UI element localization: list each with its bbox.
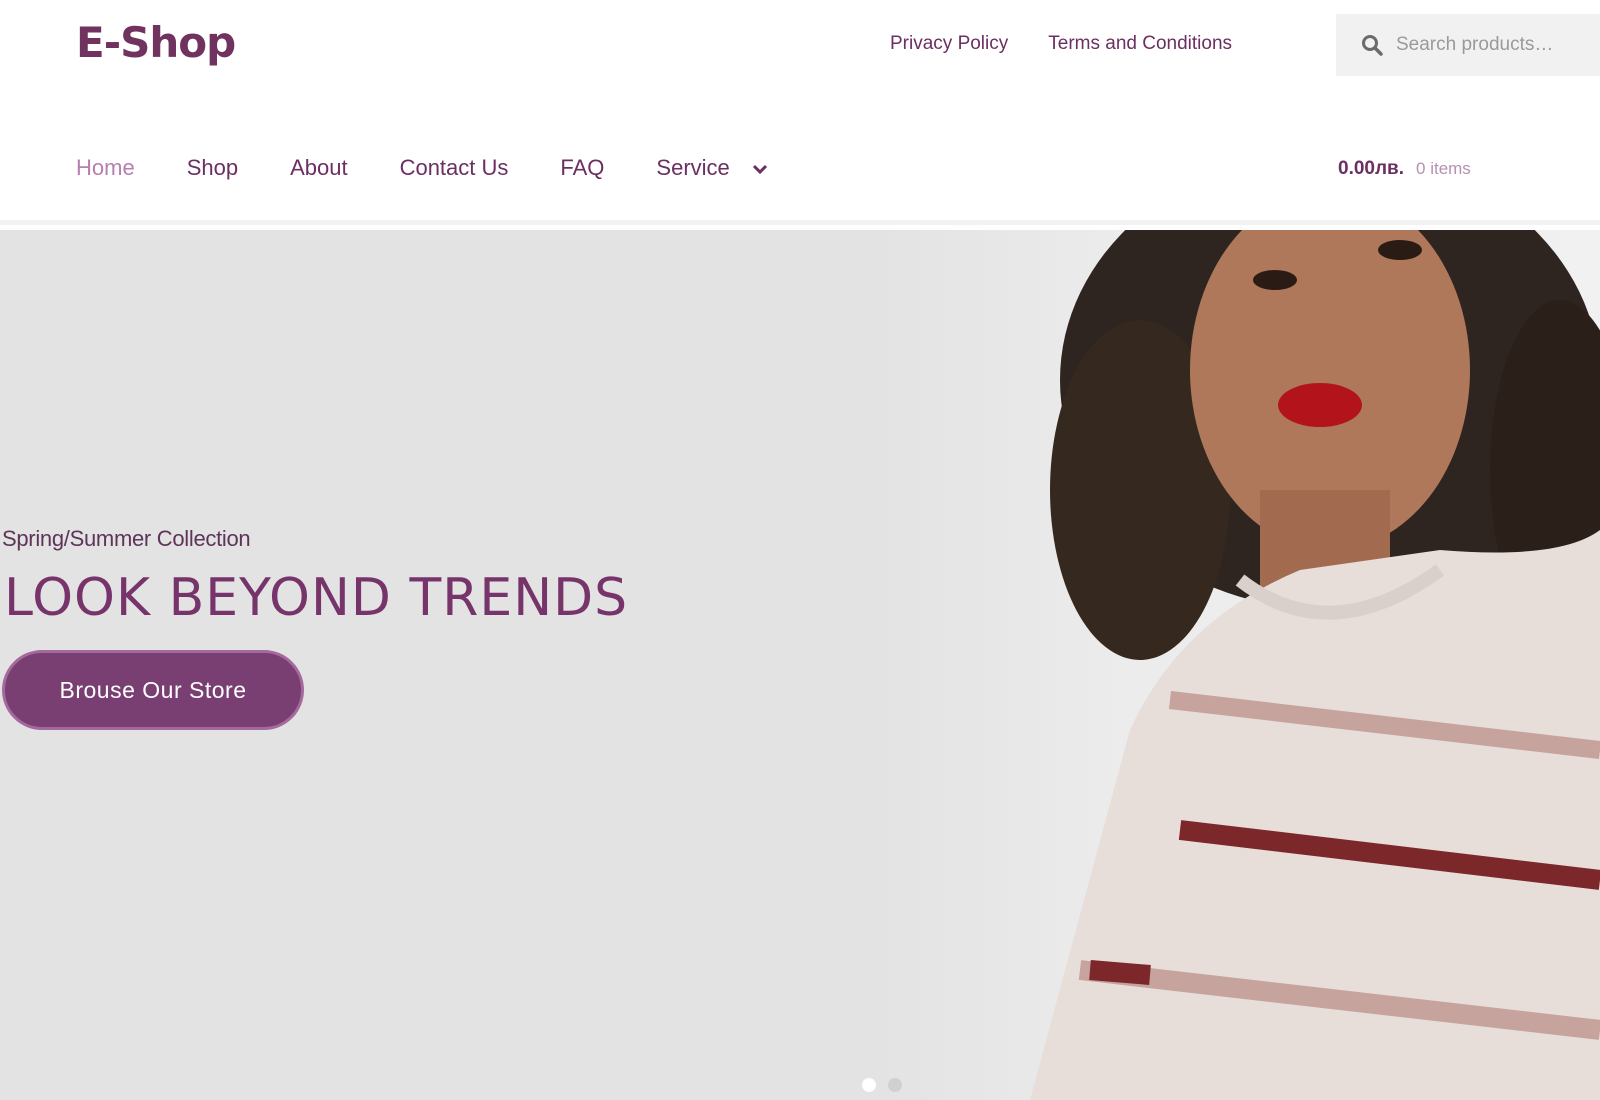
nav-item-label: Shop (186, 155, 239, 180)
cart-amount: 0.00лв. (1338, 158, 1405, 179)
hero-slider: Spring/Summer Collection LOOK BEYOND TRE… (0, 230, 1600, 1100)
slider-dot-2[interactable] (888, 1078, 902, 1092)
nav-item-label: Home (76, 155, 135, 180)
nav-item-service[interactable]: Service (656, 155, 767, 181)
hero-model-image (880, 230, 1600, 1100)
site-header: E-Shop Privacy Policy Terms and Conditio… (0, 0, 1600, 225)
nav-item-label: Service (656, 155, 730, 180)
main-nav: Home Shop About Contact Us FAQ Service (76, 155, 820, 181)
nav-item-label: Contact Us (399, 155, 509, 180)
search-icon[interactable] (1360, 33, 1384, 57)
browse-store-button[interactable]: Brouse Our Store (2, 650, 304, 730)
nav-item-contact-us[interactable]: Contact Us (400, 155, 509, 181)
search-input[interactable] (1396, 34, 1596, 56)
hero-subtitle: Spring/Summer Collection (2, 526, 251, 551)
search-box[interactable] (1336, 14, 1600, 76)
nav-item-label: About (290, 155, 348, 180)
privacy-policy-link[interactable]: Privacy Policy (890, 33, 1008, 55)
slider-dots (862, 1078, 902, 1092)
hero-title: LOOK BEYOND TRENDS (4, 568, 629, 628)
nav-item-about[interactable]: About (290, 155, 348, 181)
chevron-down-icon[interactable] (752, 155, 768, 181)
site-logo[interactable]: E-Shop (76, 18, 236, 67)
nav-item-home[interactable]: Home (76, 155, 135, 181)
secondary-nav: Privacy Policy Terms and Conditions (890, 33, 1232, 55)
cart-summary[interactable]: 0.00лв. 0 items (1338, 158, 1471, 180)
terms-link[interactable]: Terms and Conditions (1048, 33, 1232, 55)
nav-item-shop[interactable]: Shop (187, 155, 238, 181)
cart-count: 0 items (1416, 159, 1471, 178)
nav-item-label: FAQ (560, 155, 605, 180)
nav-item-faq[interactable]: FAQ (560, 155, 604, 181)
slider-dot-1[interactable] (862, 1078, 876, 1092)
